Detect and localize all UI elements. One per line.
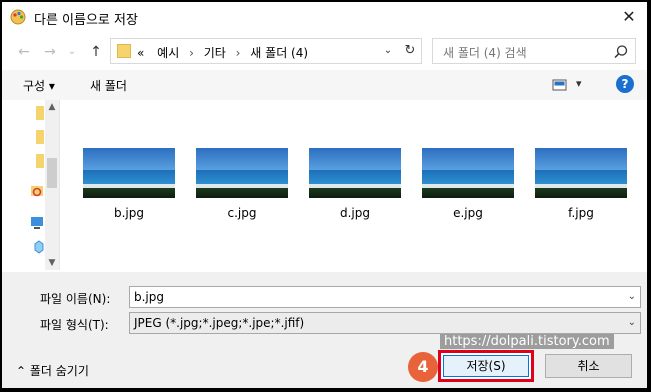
filetype-value: JPEG (*.jpg;*.jpeg;*.jpe;*.jfif) [134,316,305,330]
command-bar: 구성 ▾ 새 폴더 ▾ ? [2,70,647,100]
chevron-down-icon[interactable]: ⌄ [628,313,636,333]
file-name: e.jpg [453,206,483,220]
search-input[interactable]: 새 폴더 (4) 검색 [432,38,636,64]
folder-icon [117,44,131,58]
image-thumbnail [309,148,401,198]
scroll-thumb[interactable] [47,158,57,188]
image-thumbnail [196,148,288,198]
help-icon[interactable]: ? [616,75,634,93]
cube-3d-objects-icon[interactable] [34,240,44,254]
image-thumbnail [422,148,514,198]
filetype-select[interactable]: JPEG (*.jpg;*.jpeg;*.jpe;*.jfif) ⌄ [129,312,641,334]
close-button[interactable]: ✕ [611,2,647,32]
creative-cloud-icon[interactable] [30,184,44,198]
search-icon[interactable] [613,44,629,60]
step-badge: 4 [408,352,438,382]
scroll-down-icon[interactable]: ▼ [45,256,59,270]
file-item[interactable]: d.jpg [309,148,401,220]
new-folder-button[interactable]: 새 폴더 [90,77,127,94]
folder-icon[interactable] [36,106,44,120]
this-pc-icon[interactable] [30,216,44,230]
hide-folders-button[interactable]: ⌃ 폴더 숨기기 [16,362,89,379]
forward-button[interactable]: → [40,42,60,62]
navigation-row: ← → ⌄ ↑ « 예시 › 기타 › 새 폴더 (4) ⌄ ↻ 새 폴더 (4… [2,38,647,66]
up-button[interactable]: ↑ [86,42,106,62]
view-icon [552,79,567,91]
breadcrumb-item-new-folder[interactable]: 새 폴더 (4) [250,46,308,60]
save-button-highlight[interactable]: 저장(S) [438,350,534,382]
watermark-text: https://dolpali.tistory.com [440,334,614,349]
file-name: c.jpg [227,206,257,220]
file-name: f.jpg [568,206,594,220]
filename-input[interactable]: b.jpg ⌄ [129,286,641,308]
breadcrumb-overflow[interactable]: « [137,46,144,60]
breadcrumb-item-examples[interactable]: 예시 [157,46,179,60]
window-title: 다른 이름으로 저장 [34,13,138,28]
file-item[interactable]: f.jpg [535,148,627,220]
address-bar[interactable]: « 예시 › 기타 › 새 폴더 (4) ⌄ ↻ [110,38,422,64]
file-list: b.jpg c.jpg d.jpg e.jpg f.jpg [60,100,647,270]
search-placeholder: 새 폴더 (4) 검색 [443,46,527,60]
breadcrumb-item-misc[interactable]: 기타 [204,46,226,60]
image-thumbnail [535,148,627,198]
view-options-button[interactable]: ▾ [552,77,588,94]
paint-app-icon [10,9,26,25]
navigation-pane: ▲ ▼ [2,100,60,270]
navigation-scrollbar[interactable]: ▲ ▼ [45,100,59,270]
breadcrumb: « 예시 › 기타 › 새 폴더 (4) [137,44,308,61]
file-item[interactable]: c.jpg [196,148,288,220]
file-item[interactable]: b.jpg [83,148,175,220]
file-name: d.jpg [340,206,370,220]
folder-icon[interactable] [36,130,44,144]
back-button[interactable]: ← [14,42,34,62]
cancel-button[interactable]: 취소 [545,354,632,378]
scroll-up-icon[interactable]: ▲ [45,100,59,114]
file-item[interactable]: e.jpg [422,148,514,220]
refresh-icon[interactable]: ↻ [401,42,419,60]
image-thumbnail [83,148,175,198]
breadcrumb-separator[interactable]: › [189,46,194,60]
view-dropdown-icon: ▾ [576,77,582,90]
filetype-label: 파일 형식(T): [40,318,109,332]
save-options-panel: 파일 이름(N): b.jpg ⌄ 파일 형식(T): JPEG (*.jpg;… [2,272,647,388]
address-dropdown-icon[interactable]: ⌄ [379,42,397,60]
chevron-down-icon[interactable]: ⌄ [628,287,636,307]
save-button[interactable]: 저장(S) [443,355,529,377]
filename-value: b.jpg [134,290,164,304]
breadcrumb-separator[interactable]: › [236,46,241,60]
organize-menu[interactable]: 구성 ▾ [23,77,55,94]
save-as-dialog: 다른 이름으로 저장 ✕ ← → ⌄ ↑ « 예시 › 기타 › 새 폴더 (4… [2,2,647,388]
filename-label: 파일 이름(N): [40,292,111,306]
file-name: b.jpg [114,206,144,220]
recent-locations-dropdown[interactable]: ⌄ [62,42,82,62]
folder-icon[interactable] [36,154,44,168]
title-bar: 다른 이름으로 저장 ✕ [2,2,647,32]
